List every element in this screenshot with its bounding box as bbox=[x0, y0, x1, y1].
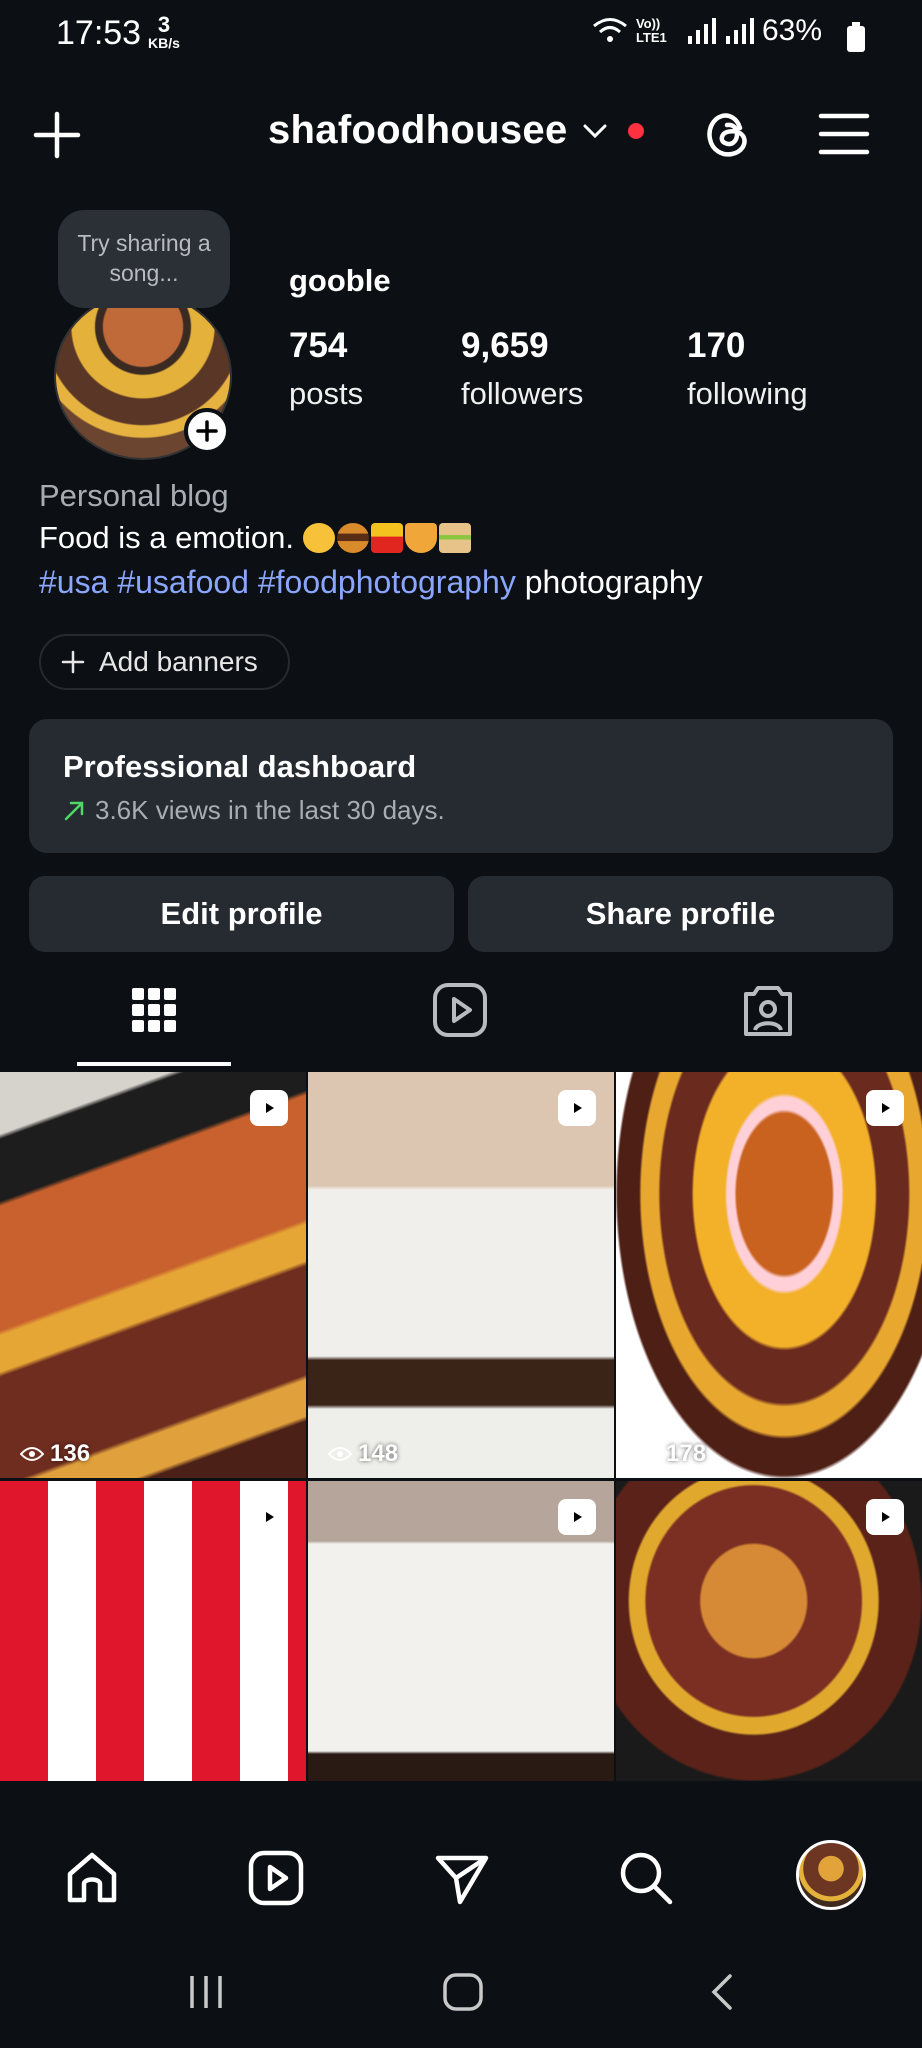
followers-count: 9,659 bbox=[461, 326, 549, 365]
bottom-navigation bbox=[0, 1820, 922, 1942]
wifi-icon bbox=[593, 18, 627, 42]
signal-icon-2 bbox=[725, 18, 754, 44]
fries-emoji-icon bbox=[370, 523, 403, 553]
create-plus-icon[interactable] bbox=[32, 110, 82, 160]
notification-dot bbox=[627, 122, 644, 139]
pizza-emoji-icon bbox=[404, 523, 437, 553]
reel-badge-icon bbox=[250, 1499, 288, 1535]
status-bar: 17:53 3 KB/s Vo)) LTE1 63% bbox=[0, 0, 922, 70]
stat-followers[interactable]: 9,659 followers bbox=[461, 326, 583, 412]
reel-badge-icon bbox=[866, 1090, 904, 1126]
hashtag-usa[interactable]: #usa bbox=[39, 564, 108, 600]
posts-grid: 136 148 178 bbox=[0, 1072, 922, 1781]
battery-percent: 63% bbox=[761, 14, 822, 47]
professional-dashboard[interactable]: Professional dashboard 3.6K views in the… bbox=[29, 719, 893, 853]
status-right: Vo)) LTE1 63% bbox=[592, 14, 822, 48]
view-count: 148 bbox=[328, 1440, 398, 1468]
status-time: 17:53 bbox=[56, 14, 142, 52]
username: shafoodhousee bbox=[268, 108, 568, 152]
view-count: 178 bbox=[636, 1440, 706, 1468]
network-label: Vo)) LTE1 bbox=[635, 16, 667, 45]
dashboard-subtitle: 3.6K views in the last 30 days. bbox=[63, 795, 445, 826]
burger-emoji-icon bbox=[336, 523, 369, 553]
profile-category: Personal blog bbox=[39, 478, 229, 513]
signal-icon bbox=[687, 18, 716, 44]
profile-header: shafoodhousee bbox=[0, 92, 922, 178]
recent-apps-icon[interactable] bbox=[186, 1972, 226, 2012]
plus-icon bbox=[61, 650, 85, 674]
edit-profile-button[interactable]: Edit profile bbox=[29, 876, 454, 952]
tagged-icon[interactable] bbox=[738, 980, 798, 1040]
sandwich-emoji-icon bbox=[438, 523, 471, 553]
share-profile-button[interactable]: Share profile bbox=[468, 876, 893, 952]
followers-label: followers bbox=[461, 376, 584, 411]
posts-label: posts bbox=[289, 376, 364, 411]
account-switcher[interactable]: shafoodhousee bbox=[268, 108, 644, 153]
battery-icon bbox=[847, 22, 865, 52]
grid-post[interactable] bbox=[616, 1481, 922, 1781]
reels-nav-icon[interactable] bbox=[246, 1848, 306, 1908]
system-navigation bbox=[0, 1942, 922, 2048]
display-name: gooble bbox=[289, 263, 391, 298]
grid-post[interactable] bbox=[308, 1481, 614, 1781]
hashtag-usafood[interactable]: #usafood bbox=[117, 564, 249, 600]
network-speed: 3 KB/s bbox=[148, 12, 180, 51]
add-banners-label: Add banners bbox=[99, 646, 258, 677]
eye-icon bbox=[328, 1447, 352, 1461]
reels-icon[interactable] bbox=[430, 980, 490, 1040]
following-count: 170 bbox=[687, 326, 746, 365]
chevron-down-icon bbox=[583, 124, 606, 138]
grid-post[interactable]: 178 bbox=[616, 1072, 922, 1478]
stat-following[interactable]: 170 following bbox=[687, 326, 808, 412]
home-button-icon[interactable] bbox=[442, 1972, 484, 2012]
plus-icon bbox=[196, 420, 218, 442]
grid-icon[interactable] bbox=[124, 980, 184, 1040]
bio-text: Food is a emotion. bbox=[39, 520, 473, 556]
direct-message-icon[interactable] bbox=[432, 1848, 492, 1908]
grid-post[interactable]: 136 bbox=[0, 1072, 306, 1478]
bio-hashtags: #usa #usafood #foodphotography photograp… bbox=[39, 564, 703, 601]
view-count: 136 bbox=[20, 1440, 90, 1468]
grid-post[interactable]: 148 bbox=[308, 1072, 614, 1478]
back-icon[interactable] bbox=[706, 1972, 736, 2012]
bio-line: Food is a emotion. bbox=[39, 520, 295, 555]
reel-badge-icon bbox=[558, 1090, 596, 1126]
following-label: following bbox=[687, 376, 808, 411]
dashboard-views: 3.6K views in the last 30 days. bbox=[95, 795, 445, 825]
reel-badge-icon bbox=[250, 1090, 288, 1126]
bio-tail: photography bbox=[524, 564, 703, 600]
threads-icon[interactable] bbox=[700, 106, 756, 162]
hashtag-foodphotography[interactable]: #foodphotography bbox=[258, 564, 516, 600]
add-banners-button[interactable]: Add banners bbox=[39, 634, 290, 690]
add-story-button[interactable] bbox=[184, 408, 230, 454]
active-tab-indicator bbox=[77, 1062, 231, 1066]
grid-post[interactable] bbox=[0, 1481, 306, 1781]
dashboard-title: Professional dashboard bbox=[63, 749, 417, 784]
posts-count: 754 bbox=[289, 326, 348, 365]
menu-icon[interactable] bbox=[818, 110, 870, 158]
eye-icon bbox=[20, 1447, 44, 1461]
profile-nav-avatar[interactable] bbox=[796, 1840, 866, 1910]
eye-icon bbox=[636, 1447, 660, 1461]
profile-avatar-wrap[interactable] bbox=[54, 292, 232, 460]
grin-emoji-icon bbox=[302, 523, 335, 553]
home-icon[interactable] bbox=[62, 1848, 122, 1908]
reel-badge-icon bbox=[866, 1499, 904, 1535]
note-bubble[interactable]: Try sharing a song... bbox=[58, 210, 230, 308]
trend-arrow-icon bbox=[64, 801, 84, 820]
stat-posts[interactable]: 754 posts bbox=[289, 326, 363, 412]
reel-badge-icon bbox=[558, 1499, 596, 1535]
search-icon[interactable] bbox=[616, 1848, 676, 1908]
